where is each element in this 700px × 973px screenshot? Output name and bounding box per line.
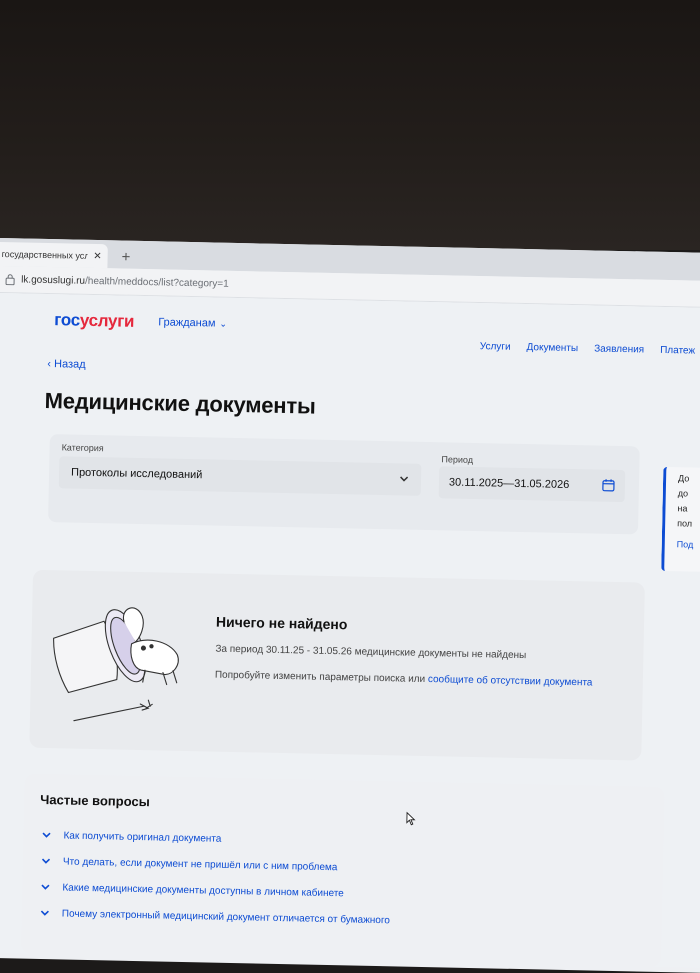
citizens-menu[interactable]: Гражданам⌄ xyxy=(158,316,227,329)
gosuslugi-logo[interactable]: госуслуги xyxy=(54,310,134,332)
chevron-down-icon xyxy=(399,473,409,483)
tab-title: государственных услуг xyxy=(2,249,88,261)
empty-title: Ничего не найдено xyxy=(216,614,348,633)
calendar-icon[interactable] xyxy=(602,479,615,492)
top-navigation: Услуги Документы Заявления Платеж xyxy=(480,341,696,357)
period-label: Период xyxy=(441,454,473,465)
side-line: на xyxy=(677,501,700,517)
period-input[interactable]: 30.11.2025—31.05.2026 xyxy=(439,466,626,502)
faq-question: Что делать, если документ не пришёл или … xyxy=(63,856,338,873)
chevron-down-icon xyxy=(41,856,51,866)
chevron-down-icon xyxy=(40,882,50,892)
nav-services[interactable]: Услуги xyxy=(480,341,511,353)
nav-documents[interactable]: Документы xyxy=(526,342,578,354)
lock-icon xyxy=(5,273,15,285)
side-line: до xyxy=(678,486,700,502)
url-host: lk.gosuslugi.ru xyxy=(21,274,85,286)
browser-window: государственных услуг ✕ + lk.gosuslugi.r… xyxy=(0,238,700,973)
faq-title: Частые вопросы xyxy=(40,792,150,809)
browser-tab[interactable]: государственных услуг ✕ xyxy=(0,242,108,268)
category-label: Категория xyxy=(62,442,104,453)
empty-state-card: Ничего не найдено За период 30.11.25 - 3… xyxy=(29,570,645,761)
category-select[interactable]: Протоколы исследований xyxy=(59,456,422,496)
faq-question: Какие медицинские документы доступны в л… xyxy=(62,882,344,899)
back-link[interactable]: ‹ Назад xyxy=(47,358,86,371)
side-line: пол xyxy=(677,516,700,532)
magic-hat-illustration xyxy=(44,580,187,733)
filters-panel: Категория Протоколы исследований Период … xyxy=(48,434,640,534)
side-card-link[interactable]: Под xyxy=(677,537,700,553)
monitor-bezel xyxy=(0,0,700,250)
category-value: Протоколы исследований xyxy=(71,467,203,482)
nav-applications[interactable]: Заявления xyxy=(594,343,644,355)
gosuslugi-page: госуслуги Гражданам⌄ Услуги Документы За… xyxy=(0,293,700,968)
faq-question: Почему электронный медицинский документ … xyxy=(62,908,390,926)
faq-section: Частые вопросы Как получить оригинал док… xyxy=(21,774,665,967)
faq-list: Как получить оригинал документа Что дела… xyxy=(40,822,392,933)
url-path: /health/meddocs/list?category=1 xyxy=(85,275,229,289)
period-value: 30.11.2025—31.05.2026 xyxy=(449,476,570,491)
chevron-down-icon: ⌄ xyxy=(219,319,227,330)
report-missing-link[interactable]: сообщите об отсутствии документа xyxy=(428,674,593,688)
chevron-down-icon xyxy=(40,908,50,918)
side-info-card: До до на пол Под xyxy=(661,467,700,573)
cursor-icon xyxy=(406,812,416,826)
faq-question: Как получить оригинал документа xyxy=(63,830,221,844)
url-text[interactable]: lk.gosuslugi.ru/health/meddocs/list?cate… xyxy=(21,274,229,289)
empty-description: За период 30.11.25 - 31.05.26 медицински… xyxy=(215,644,526,662)
empty-hint: Попробуйте изменить параметры поиска или… xyxy=(215,670,593,689)
close-icon[interactable]: ✕ xyxy=(93,250,102,261)
nav-payments[interactable]: Платеж xyxy=(660,345,695,357)
page-title: Медицинские документы xyxy=(44,388,316,420)
side-line: До xyxy=(678,471,700,487)
plus-icon[interactable]: + xyxy=(121,249,130,266)
chevron-down-icon xyxy=(41,830,51,840)
